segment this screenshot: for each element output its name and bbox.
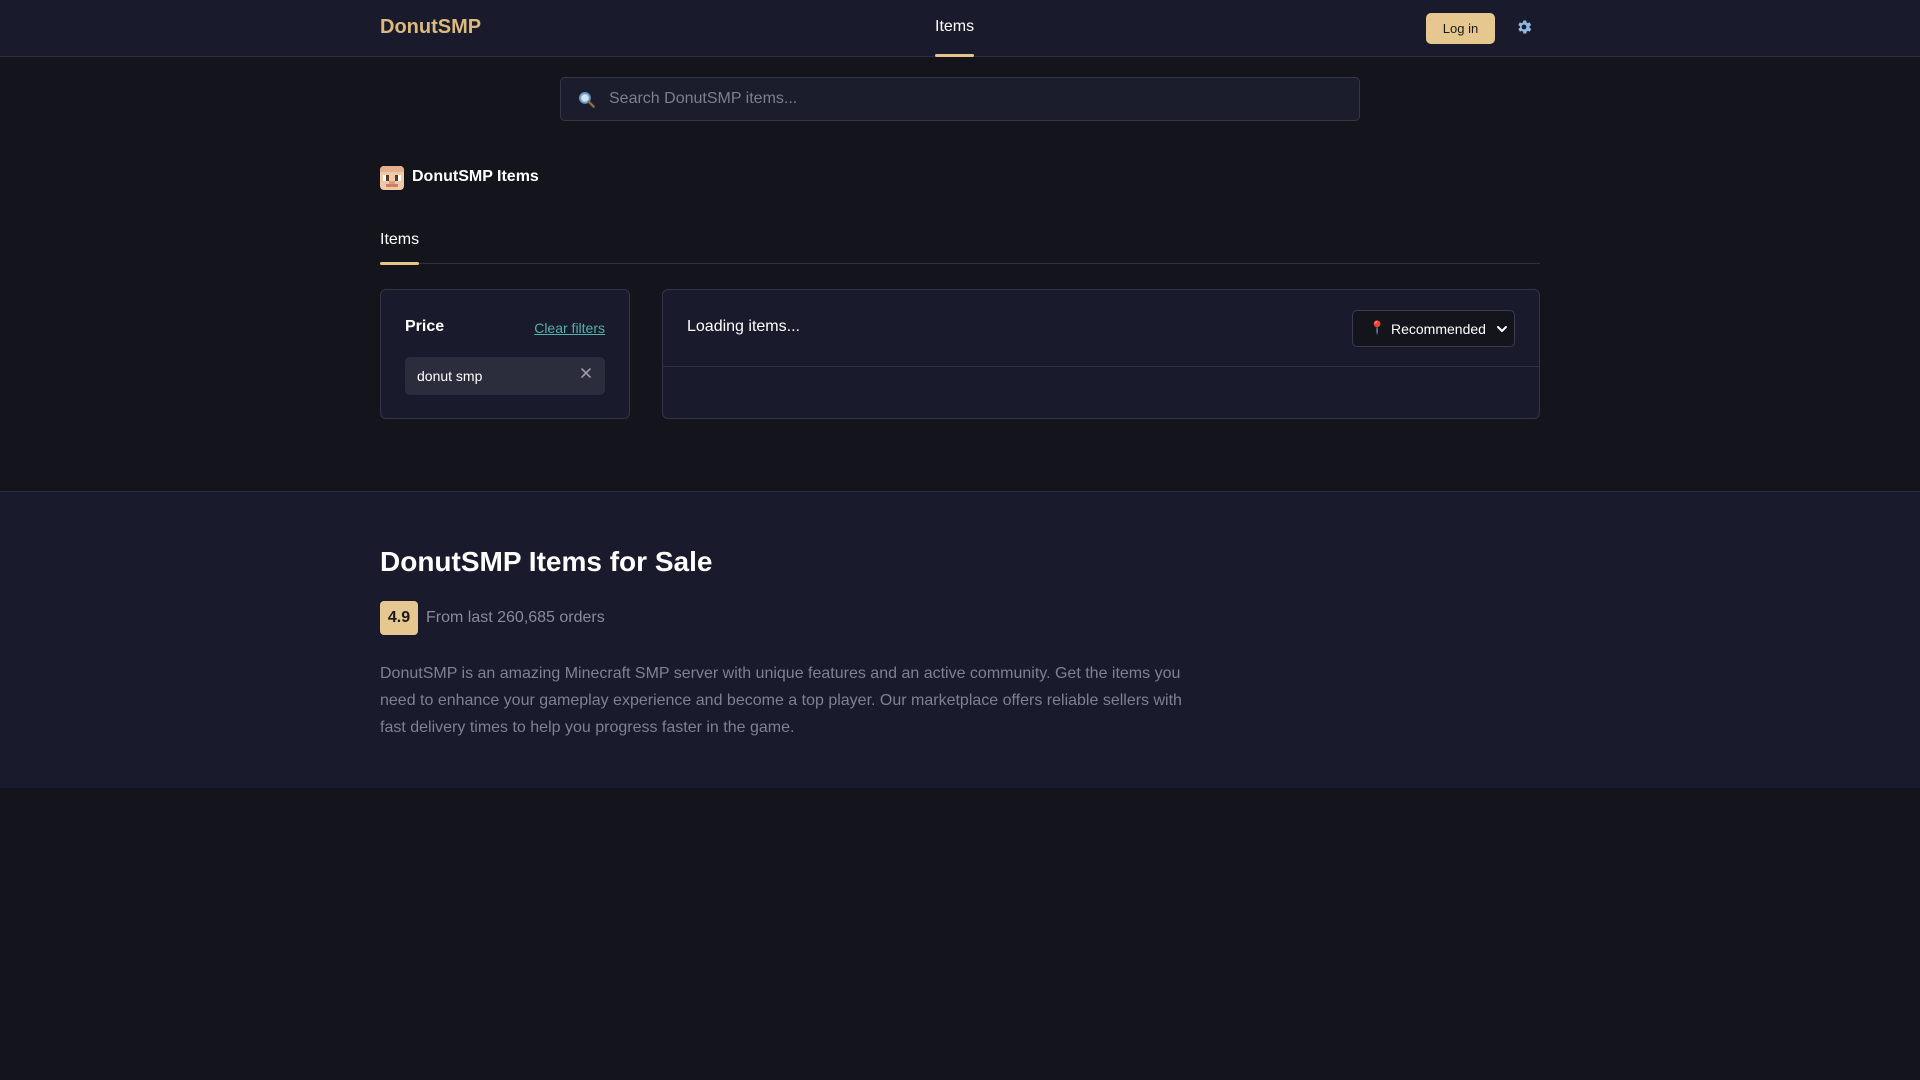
- results-status: Loading items...: [687, 318, 800, 335]
- close-icon[interactable]: [579, 366, 593, 380]
- sort-selected-label: Recommended: [1391, 321, 1486, 337]
- gear-icon[interactable]: [1515, 18, 1533, 36]
- search-icon: [578, 91, 595, 108]
- search-bar: [560, 77, 1360, 121]
- tab-active-indicator: [380, 262, 419, 265]
- tab-items[interactable]: Items: [380, 231, 419, 249]
- avatar: [380, 166, 404, 190]
- nav-tab-items[interactable]: Items: [935, 18, 974, 36]
- login-button[interactable]: Log in: [1426, 13, 1495, 44]
- info-title: DonutSMP Items for Sale: [380, 546, 713, 577]
- tabs-divider: [380, 263, 1540, 264]
- search-input[interactable]: [609, 78, 1349, 120]
- filter-chip: donut smp: [405, 357, 605, 395]
- nav-tab-active-indicator: [935, 54, 974, 57]
- chevron-down-icon: [1497, 326, 1507, 332]
- filter-chip-label: donut smp: [417, 368, 483, 384]
- info-section: DonutSMP Items for Sale 4.9 From last 26…: [0, 491, 1920, 788]
- filter-panel: Price Clear filters donut smp: [380, 289, 630, 419]
- results-panel: Loading items... 📍 Recommended: [662, 289, 1540, 419]
- clear-filters-link[interactable]: Clear filters: [534, 320, 605, 336]
- results-divider: [663, 366, 1539, 367]
- rating-caption: From last 260,685 orders: [426, 609, 605, 626]
- info-description: DonutSMP is an amazing Minecraft SMP ser…: [380, 665, 1182, 736]
- filter-title: Price: [405, 318, 445, 335]
- sort-select[interactable]: 📍 Recommended: [1352, 310, 1515, 347]
- brand-logo[interactable]: DonutSMP: [380, 16, 481, 39]
- rating-badge: 4.9: [380, 601, 418, 635]
- page-title: DonutSMP Items: [412, 168, 539, 185]
- top-navigation: DonutSMP Items Log in: [0, 0, 1920, 57]
- pin-icon: 📍: [1369, 320, 1386, 335]
